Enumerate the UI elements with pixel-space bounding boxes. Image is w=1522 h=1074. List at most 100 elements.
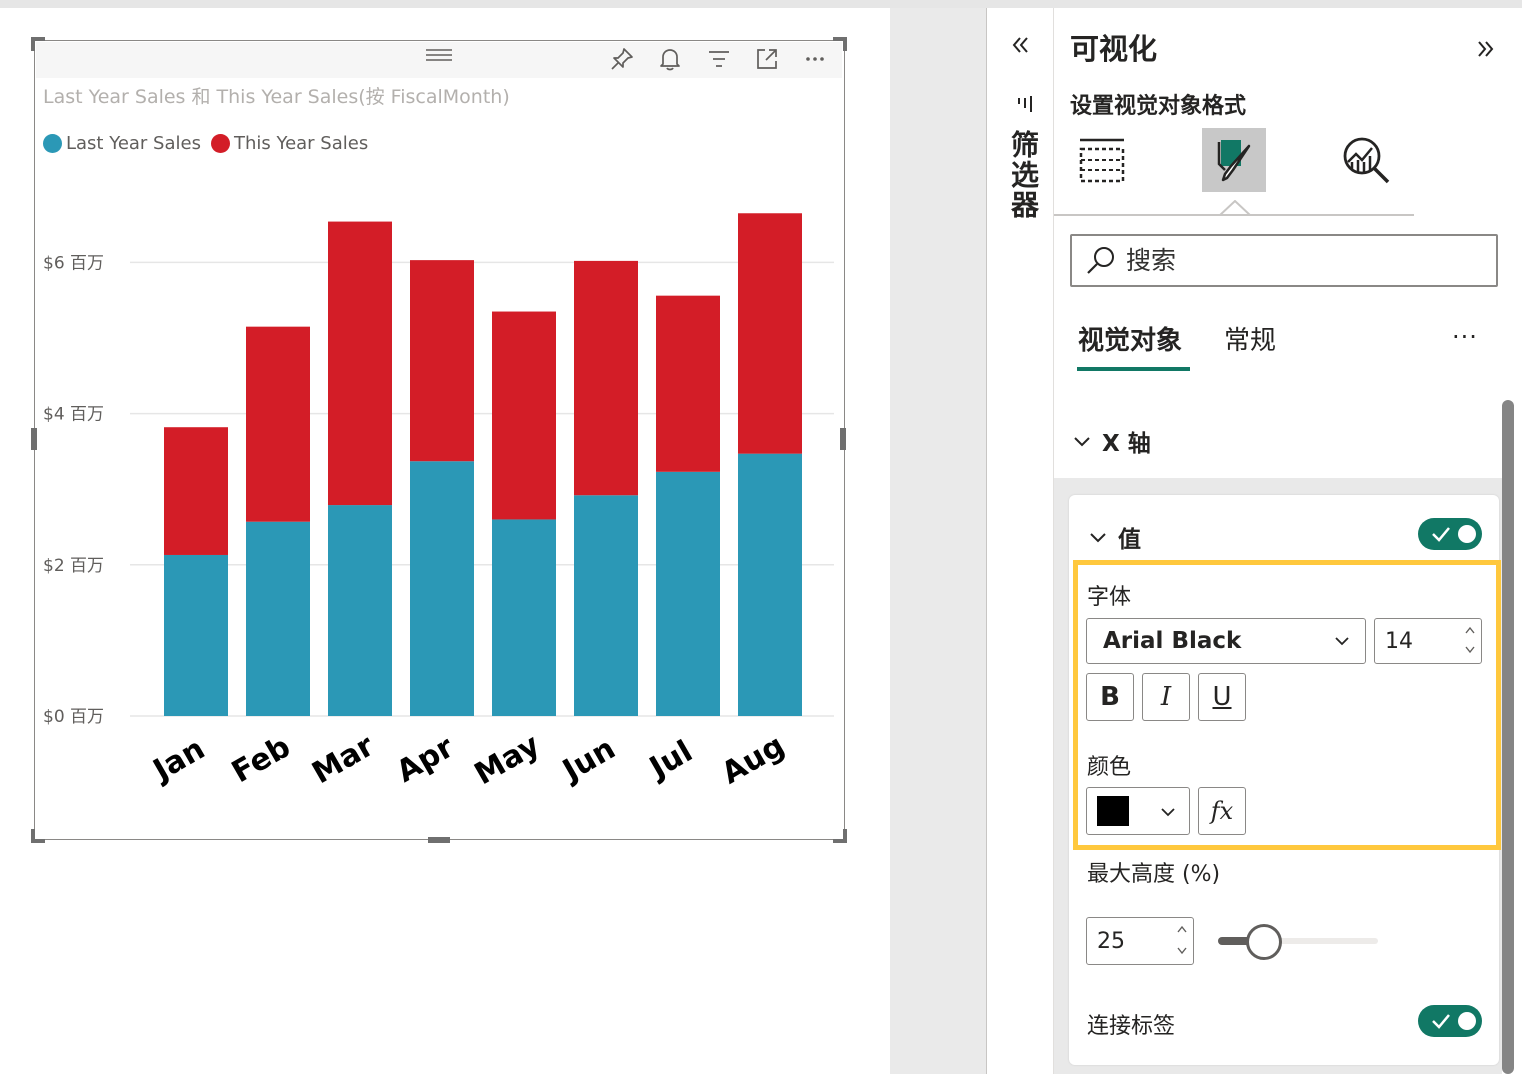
legend-item-last-year[interactable]: Last Year Sales bbox=[43, 133, 201, 154]
font-size-stepper[interactable]: 14 bbox=[1374, 618, 1482, 664]
search-icon bbox=[1087, 246, 1114, 274]
chevron-down-icon bbox=[1074, 437, 1090, 447]
filter-icon[interactable] bbox=[704, 44, 734, 74]
table-build-icon bbox=[1079, 138, 1125, 183]
italic-button[interactable]: I bbox=[1142, 673, 1190, 721]
stacked-column-chart[interactable]: $0 百万 $2 百万 $4 百万 $6 百万 Jan Feb Mar Apr May Jun Ju… bbox=[36, 180, 842, 820]
search-box[interactable] bbox=[1070, 234, 1498, 287]
focus-mode-icon[interactable] bbox=[752, 44, 782, 74]
chevron-down-icon bbox=[1090, 533, 1106, 543]
drag-grip-icon[interactable] bbox=[424, 46, 454, 64]
resize-handle-bottom-left[interactable] bbox=[31, 829, 45, 843]
active-tab-pointer bbox=[1218, 199, 1252, 220]
bar-last-year-apr[interactable] bbox=[410, 461, 474, 716]
paintbrush-icon bbox=[1217, 140, 1251, 182]
tab-divider bbox=[1054, 214, 1414, 216]
search-input[interactable] bbox=[1126, 246, 1466, 275]
bar-this-year-jun[interactable] bbox=[574, 260, 638, 496]
chevron-down-icon bbox=[1335, 637, 1349, 646]
font-size-value: 14 bbox=[1385, 628, 1413, 654]
tab-general[interactable]: 常规 bbox=[1224, 320, 1276, 357]
x-tick-label: Jan bbox=[146, 731, 211, 789]
bar-last-year-mar[interactable] bbox=[328, 505, 392, 716]
conditional-format-button[interactable]: fx bbox=[1198, 787, 1246, 835]
x-tick-label: Apr bbox=[391, 730, 460, 790]
analytics-magnifier-icon bbox=[1343, 137, 1390, 184]
resize-handle-bottom-right[interactable] bbox=[833, 829, 847, 843]
x-axis-label: X 轴 bbox=[1102, 431, 1151, 457]
resize-handle-top-left[interactable] bbox=[31, 37, 45, 51]
color-label: 颜色 bbox=[1087, 755, 1132, 780]
check-icon bbox=[1432, 527, 1450, 542]
values-toggle[interactable] bbox=[1418, 518, 1482, 550]
bar-this-year-jul[interactable] bbox=[656, 295, 720, 472]
max-height-stepper[interactable]: 25 bbox=[1086, 917, 1194, 965]
more-options-icon[interactable] bbox=[800, 44, 830, 74]
bar-last-year-feb[interactable] bbox=[246, 521, 310, 716]
chevron-down-icon bbox=[1161, 808, 1175, 817]
bar-last-year-jul[interactable] bbox=[656, 471, 720, 716]
color-picker[interactable] bbox=[1086, 787, 1190, 835]
analytics-tab[interactable] bbox=[1334, 128, 1398, 192]
tab-visual-underline bbox=[1077, 367, 1190, 371]
resize-handle-top-right[interactable] bbox=[833, 37, 847, 51]
bar-last-year-may[interactable] bbox=[492, 519, 556, 716]
spin-up-icon[interactable] bbox=[1176, 924, 1188, 934]
x-axis-header[interactable]: X 轴 bbox=[1072, 424, 1151, 458]
check-icon bbox=[1432, 1014, 1450, 1029]
x-tick-label: Feb bbox=[226, 729, 296, 790]
x-tick-label: May bbox=[469, 727, 546, 792]
y-tick-label: $6 百万 bbox=[43, 253, 104, 273]
chart-title: Last Year Sales 和 This Year Sales(按 Fisc… bbox=[43, 86, 510, 108]
toggle-knob bbox=[1458, 525, 1476, 543]
bar-this-year-mar[interactable] bbox=[328, 221, 392, 506]
filters-label[interactable]: 筛选器 bbox=[1003, 130, 1043, 220]
y-tick-label: $4 百万 bbox=[43, 405, 104, 425]
bar-this-year-aug[interactable] bbox=[738, 213, 802, 454]
max-height-label: 最大高度 (%) bbox=[1087, 862, 1221, 887]
pane-scrollbar[interactable] bbox=[1502, 400, 1514, 1074]
font-label: 字体 bbox=[1087, 585, 1132, 610]
spin-down-icon[interactable] bbox=[1176, 946, 1188, 956]
spin-up-icon[interactable] bbox=[1464, 625, 1476, 635]
concat-labels-toggle[interactable] bbox=[1418, 1005, 1482, 1037]
legend-label: Last Year Sales bbox=[66, 133, 201, 154]
pane-title: 可视化 bbox=[1070, 32, 1158, 66]
spin-down-icon[interactable] bbox=[1464, 645, 1476, 655]
bar-this-year-may[interactable] bbox=[492, 311, 556, 520]
collapse-filters-icon[interactable] bbox=[1010, 32, 1032, 62]
x-tick-label: Jul bbox=[642, 734, 698, 787]
bar-last-year-jan[interactable] bbox=[164, 554, 228, 716]
legend-swatch bbox=[43, 134, 62, 153]
chart-legend: Last Year Sales This Year Sales bbox=[43, 133, 378, 154]
concat-labels-label: 连接标签 bbox=[1087, 1014, 1176, 1039]
toggle-knob bbox=[1458, 1012, 1476, 1030]
values-header[interactable]: 值 bbox=[1088, 520, 1141, 554]
bar-last-year-jun[interactable] bbox=[574, 495, 638, 716]
build-visual-tab[interactable] bbox=[1070, 128, 1134, 192]
bell-icon[interactable] bbox=[655, 44, 685, 74]
bar-this-year-feb[interactable] bbox=[246, 326, 310, 522]
legend-swatch bbox=[210, 134, 230, 153]
canvas-gutter bbox=[890, 8, 986, 1074]
resize-handle-bottom[interactable] bbox=[428, 837, 450, 843]
font-family-select[interactable]: Arial Black bbox=[1086, 618, 1366, 664]
bar-this-year-apr[interactable] bbox=[410, 260, 474, 462]
bold-button[interactable]: B bbox=[1086, 673, 1134, 721]
expand-pane-icon[interactable] bbox=[1474, 36, 1496, 66]
underline-button[interactable]: U bbox=[1198, 673, 1246, 721]
bar-last-year-aug[interactable] bbox=[738, 453, 802, 716]
values-label: 值 bbox=[1118, 527, 1141, 553]
bar-this-year-jan[interactable] bbox=[164, 427, 228, 555]
pin-icon[interactable] bbox=[607, 44, 637, 74]
more-options-button[interactable]: ··· bbox=[1452, 323, 1478, 351]
format-visual-tab[interactable] bbox=[1202, 128, 1266, 192]
legend-item-this-year[interactable]: This Year Sales bbox=[210, 133, 368, 154]
tab-visual[interactable]: 视觉对象 bbox=[1078, 320, 1182, 357]
y-tick-label: $0 百万 bbox=[43, 707, 104, 727]
y-tick-label: $2 百万 bbox=[43, 556, 104, 576]
x-tick-label: Aug bbox=[716, 728, 791, 791]
color-swatch bbox=[1097, 796, 1129, 826]
filter-lines-icon bbox=[1015, 94, 1035, 118]
max-height-slider-thumb[interactable] bbox=[1246, 924, 1282, 960]
